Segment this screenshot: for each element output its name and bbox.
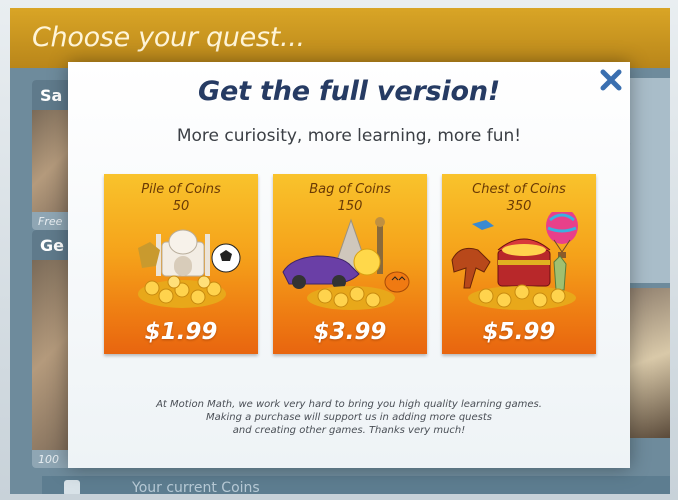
device-frame: Choose your quest... Sa Free Ge 100 e Yo… <box>0 0 678 500</box>
offer-price: $1.99 <box>144 319 218 345</box>
coin-bag-icon <box>64 480 80 494</box>
support-note: At Motion Math, we work very hard to bri… <box>108 398 590 437</box>
coins-bar: Your current Coins <box>42 476 670 494</box>
support-note-line: and creating other games. Thanks very mu… <box>232 425 466 436</box>
support-note-line: At Motion Math, we work very hard to bri… <box>156 399 542 410</box>
dialog-title: Get the full version! <box>198 76 500 107</box>
offer-price: $5.99 <box>482 319 556 345</box>
treasure-chest-horse-balloon-art <box>451 212 578 310</box>
purchase-dialog: Get the full version! More curiosity, mo… <box>68 62 630 468</box>
coins-landmark-soccer-art <box>138 229 241 308</box>
coins-label: Your current Coins <box>132 480 260 494</box>
support-note-line: Making a purchase will support us in add… <box>205 412 493 423</box>
offer-name: Pile of Coins <box>141 182 221 197</box>
offer-bag-of-coins[interactable]: Bag of Coins 150 $3.99 <box>273 174 427 354</box>
offer-name: Bag of Coins <box>309 182 391 197</box>
dialog-subtitle: More curiosity, more learning, more fun! <box>176 126 522 146</box>
offer-pile-of-coins[interactable]: Pile of Coins 50 $1.99 <box>104 174 258 354</box>
offer-chest-of-coins[interactable]: Chest of Coins 350 $5.99 <box>442 174 596 354</box>
quest-card-2-footer: 100 <box>38 453 59 466</box>
top-bar: Choose your quest... <box>10 8 670 68</box>
quest-card-1-footer: Free <box>38 215 63 228</box>
screen-title: Choose your quest... <box>32 22 305 53</box>
offer-price: $3.99 <box>313 319 387 345</box>
coins-sportscar-pumpkin-art <box>282 217 410 310</box>
offer-name: Chest of Coins <box>472 182 566 197</box>
